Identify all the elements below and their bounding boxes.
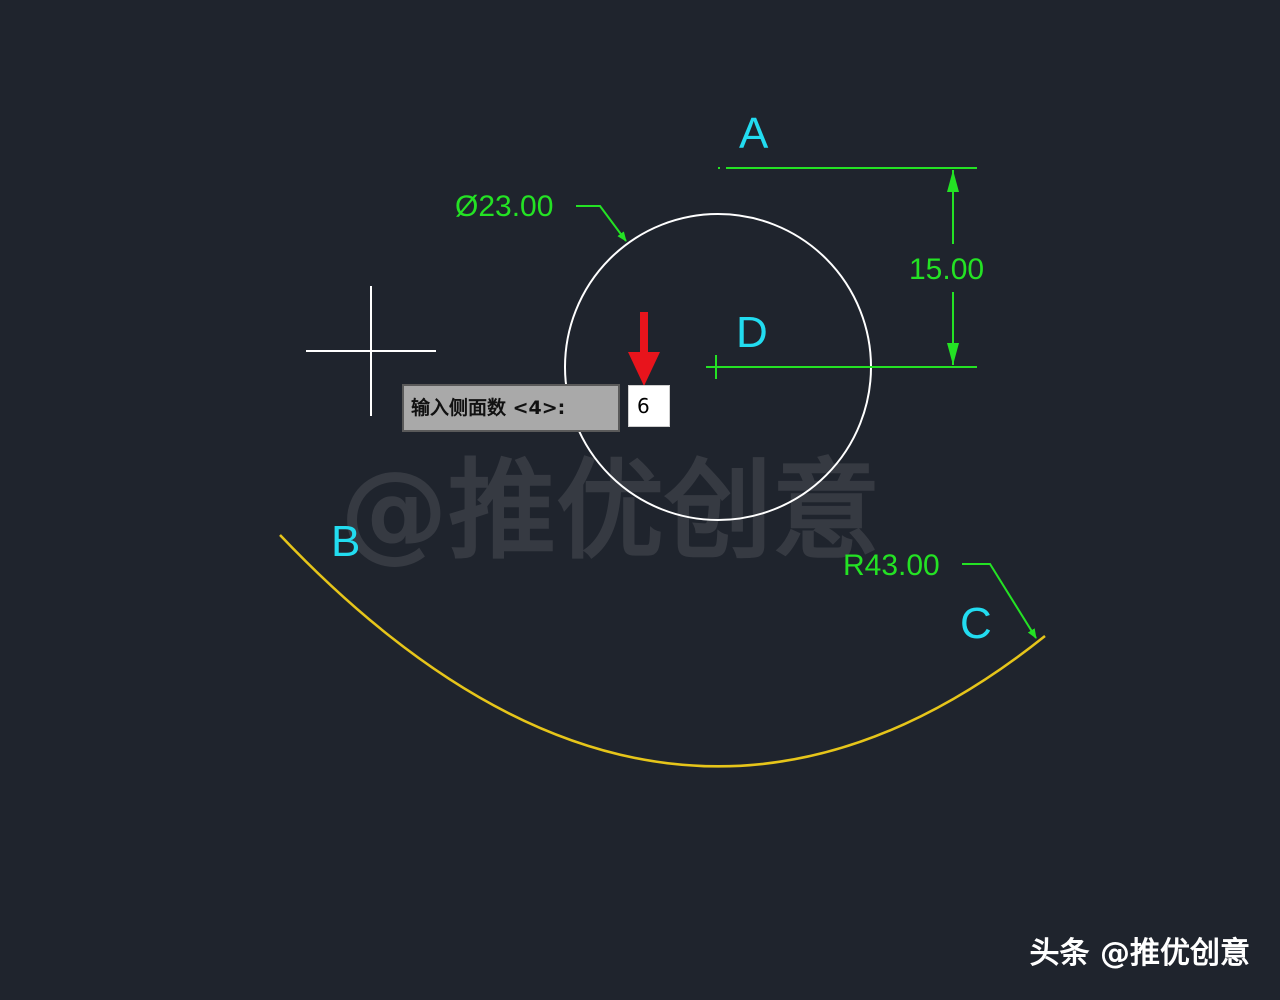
watermark-text: @推优创意 (340, 449, 880, 574)
radius-dimension-text: R43.00 (843, 549, 940, 582)
diameter-leader (576, 205, 627, 242)
point-label-a: A (739, 109, 769, 158)
vertical-dimension-text: 15.00 (909, 253, 984, 286)
point-label-c: C (960, 599, 992, 648)
cad-drawing-area[interactable]: @推优创意 Ø23.00 15.00 R43.00 A B C D (0, 0, 1280, 1000)
footer-credit: 头条 @推优创意 (1029, 936, 1250, 971)
red-arrow-marker (628, 312, 660, 386)
point-label-d: D (736, 308, 768, 357)
diameter-dimension-text: Ø23.00 (455, 190, 553, 223)
point-label-b: B (331, 517, 360, 566)
side-count-input[interactable] (628, 385, 670, 427)
command-prompt-label: 输入侧面数 <4>: (402, 384, 620, 432)
